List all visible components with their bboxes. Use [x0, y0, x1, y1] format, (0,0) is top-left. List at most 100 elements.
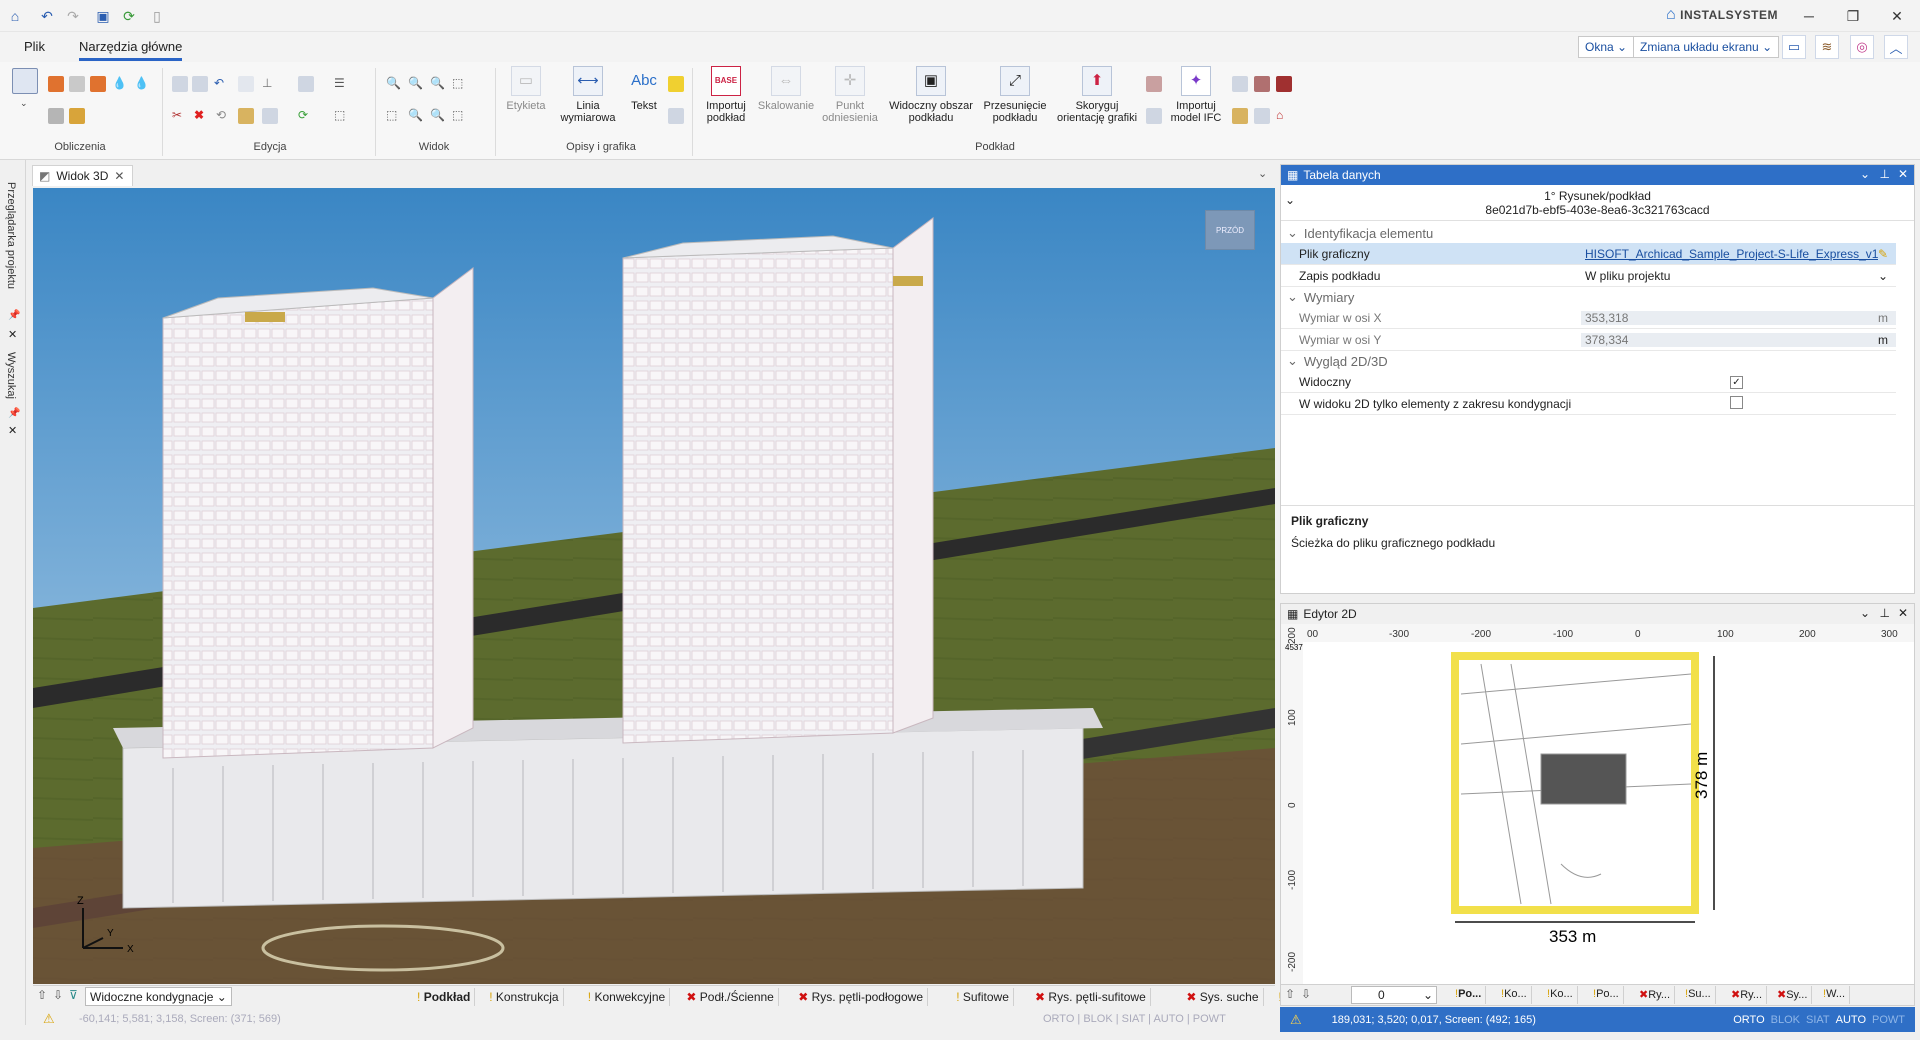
category-identification[interactable]: ⌄ Identyfikacja elementu: [1281, 223, 1896, 243]
category-look[interactable]: ⌄ Wygląd 2D/3D: [1281, 351, 1896, 371]
redo-icon[interactable]: ↷: [64, 7, 82, 25]
arrow-up-icon[interactable]: ⇧: [37, 988, 47, 1002]
underlay-frame-icon[interactable]: [1146, 76, 1162, 92]
save-icon[interactable]: ▣: [94, 7, 112, 25]
heater-icon[interactable]: [69, 76, 85, 92]
editor-tab[interactable]: !Ko...: [1543, 986, 1578, 1004]
select-icon[interactable]: ⬚: [334, 108, 350, 124]
ref-point-button[interactable]: ✛ Punkt odniesienia: [818, 66, 882, 124]
filter-tab[interactable]: ✖ Rys. pętli-sufitowe: [1031, 988, 1151, 1006]
editor-tab[interactable]: ✖Ry...: [1727, 986, 1768, 1004]
visible-checkbox[interactable]: ✓: [1730, 376, 1743, 389]
row-only-range[interactable]: W widoku 2D tylko elementy z zakresu kon…: [1281, 393, 1896, 415]
group-icon[interactable]: [238, 108, 254, 124]
report-icon[interactable]: [69, 108, 85, 124]
radiator-icon[interactable]: [48, 76, 64, 92]
calc-table-icon[interactable]: [12, 68, 38, 94]
new-file-icon[interactable]: ▯: [148, 7, 166, 25]
zoom-all-icon[interactable]: 🔍: [430, 108, 446, 124]
paste-icon[interactable]: [192, 76, 208, 92]
connect-icon[interactable]: ⟳: [298, 108, 314, 124]
drop2-icon[interactable]: 💧: [134, 76, 150, 92]
rotate-icon[interactable]: ⟲: [216, 108, 232, 124]
layer3-icon[interactable]: [1276, 76, 1292, 92]
layout-dropdown[interactable]: Zmiana układu ekranu ⌄: [1633, 36, 1780, 58]
dim-line-button[interactable]: ⟷ Linia wymiarowa: [552, 66, 624, 124]
collapse-ribbon-icon[interactable]: ︿: [1884, 35, 1908, 59]
zoom-prev-icon[interactable]: 🔍: [408, 108, 424, 124]
import-ifc-button[interactable]: ✦ Importuj model IFC: [1164, 66, 1228, 124]
pan-icon[interactable]: ⬚: [386, 108, 402, 124]
snap-mode[interactable]: POWT: [1872, 1014, 1905, 1026]
only-range-checkbox[interactable]: [1730, 395, 1743, 409]
delete-icon[interactable]: ✖: [194, 108, 210, 124]
close-button[interactable]: ✕: [1877, 4, 1917, 28]
refresh-icon[interactable]: ⟳: [120, 7, 138, 25]
view-3d-canvas[interactable]: PRZÓD Z Y X: [33, 188, 1275, 984]
pin-icon[interactable]: 📌: [8, 408, 20, 419]
note-icon[interactable]: [668, 76, 684, 92]
filter-tab[interactable]: ! Sufitowe: [952, 988, 1014, 1006]
arrow-down-icon[interactable]: ⇩: [1301, 987, 1311, 1001]
editor-tab[interactable]: ✖Sy...: [1773, 986, 1813, 1004]
filter-tab[interactable]: ! Konstrukcja: [485, 988, 564, 1006]
home-icon[interactable]: ⌂: [6, 7, 24, 25]
drop-icon[interactable]: 💧: [112, 76, 128, 92]
chevron-down-icon[interactable]: ⌄: [1878, 269, 1896, 283]
windows-dropdown[interactable]: Okna ⌄: [1578, 36, 1635, 58]
print-icon[interactable]: [48, 108, 64, 124]
undo-icon[interactable]: ↶: [214, 76, 230, 92]
copy-icon[interactable]: [172, 76, 188, 92]
text-button[interactable]: Abc Tekst: [624, 66, 664, 112]
graphic-file-value[interactable]: HISOFT_Archicad_Sample_Project-S-Life_Ex…: [1581, 246, 1878, 261]
filter-tab[interactable]: ✖ Rys. pętli-podłogowe: [794, 988, 928, 1006]
snap-mode[interactable]: ORTO: [1733, 1014, 1764, 1026]
editor-tab[interactable]: !Po...: [1589, 986, 1624, 1004]
filter-tab[interactable]: ! Podkład: [413, 988, 476, 1006]
editor-tab[interactable]: !Su...: [1681, 986, 1716, 1004]
undo-icon[interactable]: ↶: [38, 7, 56, 25]
storey-icon[interactable]: [1254, 108, 1270, 124]
search-tab[interactable]: Wyszukaj: [5, 352, 17, 399]
move-underlay-button[interactable]: ⤢ Przesunięcie podkładu: [978, 66, 1052, 124]
house-icon[interactable]: ⌂: [1276, 108, 1292, 124]
zoom-in-icon[interactable]: 🔍: [386, 76, 402, 92]
view-icon[interactable]: ⬚: [452, 108, 468, 124]
close-icon[interactable]: ✕: [114, 169, 124, 186]
layer1-icon[interactable]: [1232, 76, 1248, 92]
layer2-icon[interactable]: [1254, 76, 1270, 92]
filter-tab[interactable]: ✖ Podł./Ścienne: [682, 988, 779, 1006]
close-icon[interactable]: ✕: [1898, 167, 1908, 181]
editor-tab[interactable]: ✖Ry...: [1635, 986, 1676, 1004]
flow-icon[interactable]: [90, 76, 106, 92]
cut-icon[interactable]: ✂: [172, 108, 188, 124]
tab-main-tools[interactable]: Narzędzia główne: [79, 39, 183, 61]
chevron-down-icon[interactable]: ⌄: [1860, 167, 1870, 181]
pin-icon[interactable]: ⊥: [1880, 167, 1890, 181]
filter-tab[interactable]: ✖ Sys. suche: [1182, 988, 1264, 1006]
layer-dropdown[interactable]: 0 ⌄: [1351, 986, 1437, 1004]
editor-2d-canvas[interactable]: 4537 00 -300 -200 -100 0 100 200 300 2001000-10…: [1281, 624, 1914, 984]
row-graphic-file[interactable]: Plik graficzny HISOFT_Archicad_Sample_Pr…: [1281, 243, 1896, 265]
visible-storeys-dropdown[interactable]: Widoczne kondygnacje ⌄: [85, 987, 232, 1006]
editor-tab[interactable]: !Po...: [1451, 986, 1487, 1004]
settings-icon[interactable]: ◎: [1850, 35, 1874, 59]
category-dimensions[interactable]: ⌄ Wymiary: [1281, 287, 1896, 307]
close-icon[interactable]: ✕: [8, 424, 17, 437]
close-icon[interactable]: ✕: [1898, 606, 1908, 620]
visible-area-button[interactable]: ▣ Widoczny obszar podkładu: [884, 66, 978, 124]
table-icon[interactable]: [668, 108, 684, 124]
view-cube[interactable]: PRZÓD: [1205, 210, 1255, 250]
minimize-button[interactable]: ─: [1789, 4, 1829, 28]
pin-icon[interactable]: ⊥: [1880, 606, 1890, 620]
zoom-extents-icon[interactable]: 🔍: [430, 76, 446, 92]
underlay-grid-icon[interactable]: [1146, 108, 1162, 124]
restore-button[interactable]: ❐: [1833, 4, 1873, 28]
layers-icon[interactable]: ≋: [1815, 35, 1839, 59]
mirror-icon[interactable]: [262, 108, 278, 124]
editor-tab[interactable]: !Ko...: [1497, 986, 1532, 1004]
editor-tab[interactable]: !W...: [1819, 986, 1851, 1004]
arrow-down-icon[interactable]: ⇩: [53, 988, 63, 1002]
project-browser-tab[interactable]: Przeglądarka projektu: [5, 182, 17, 289]
chevron-down-icon[interactable]: ⌄: [20, 98, 30, 108]
